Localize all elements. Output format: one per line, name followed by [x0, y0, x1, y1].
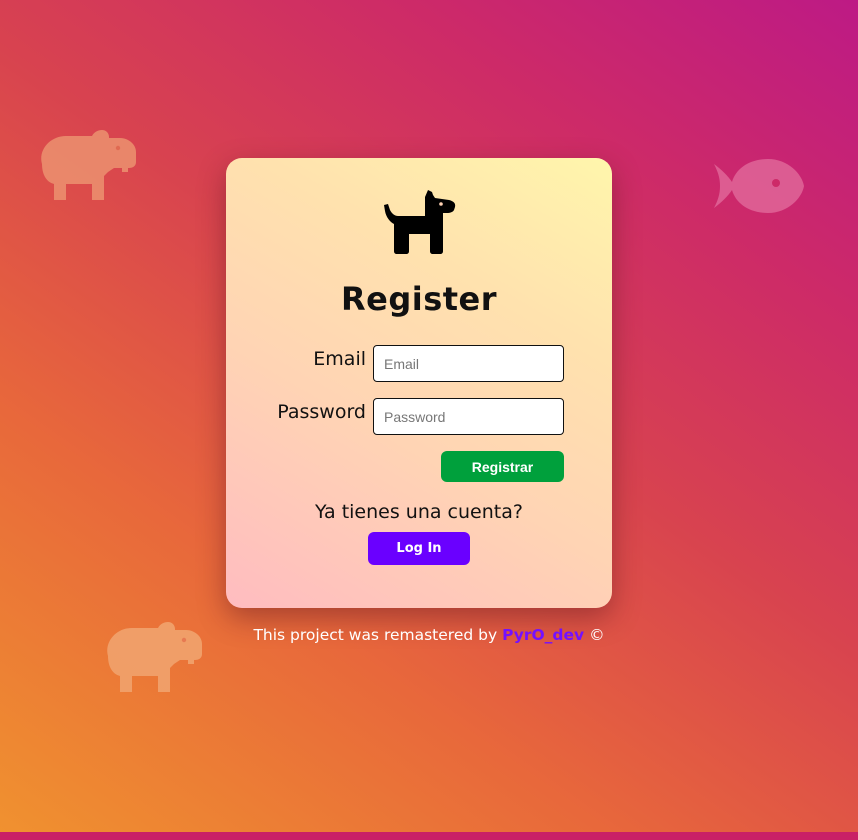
login-button[interactable]: Log In [368, 532, 470, 565]
author-link[interactable]: PyrO_dev [502, 626, 584, 644]
footer-credit: This project was remastered by PyrO_dev … [0, 626, 858, 644]
bottom-strip [0, 832, 858, 840]
have-account-text: Ya tienes una cuenta? [315, 501, 523, 523]
copyright-symbol: © [589, 626, 605, 644]
fish-icon [714, 159, 804, 213]
password-input[interactable] [373, 398, 564, 435]
password-label: Password [277, 401, 366, 423]
dog-icon [384, 190, 456, 254]
form-title: Register [340, 280, 498, 318]
email-label: Email [313, 348, 366, 370]
email-input[interactable] [373, 345, 564, 382]
register-button[interactable]: Registrar [441, 451, 564, 482]
footer-text: This project was remastered by [253, 626, 498, 644]
hippo-icon [41, 130, 136, 200]
